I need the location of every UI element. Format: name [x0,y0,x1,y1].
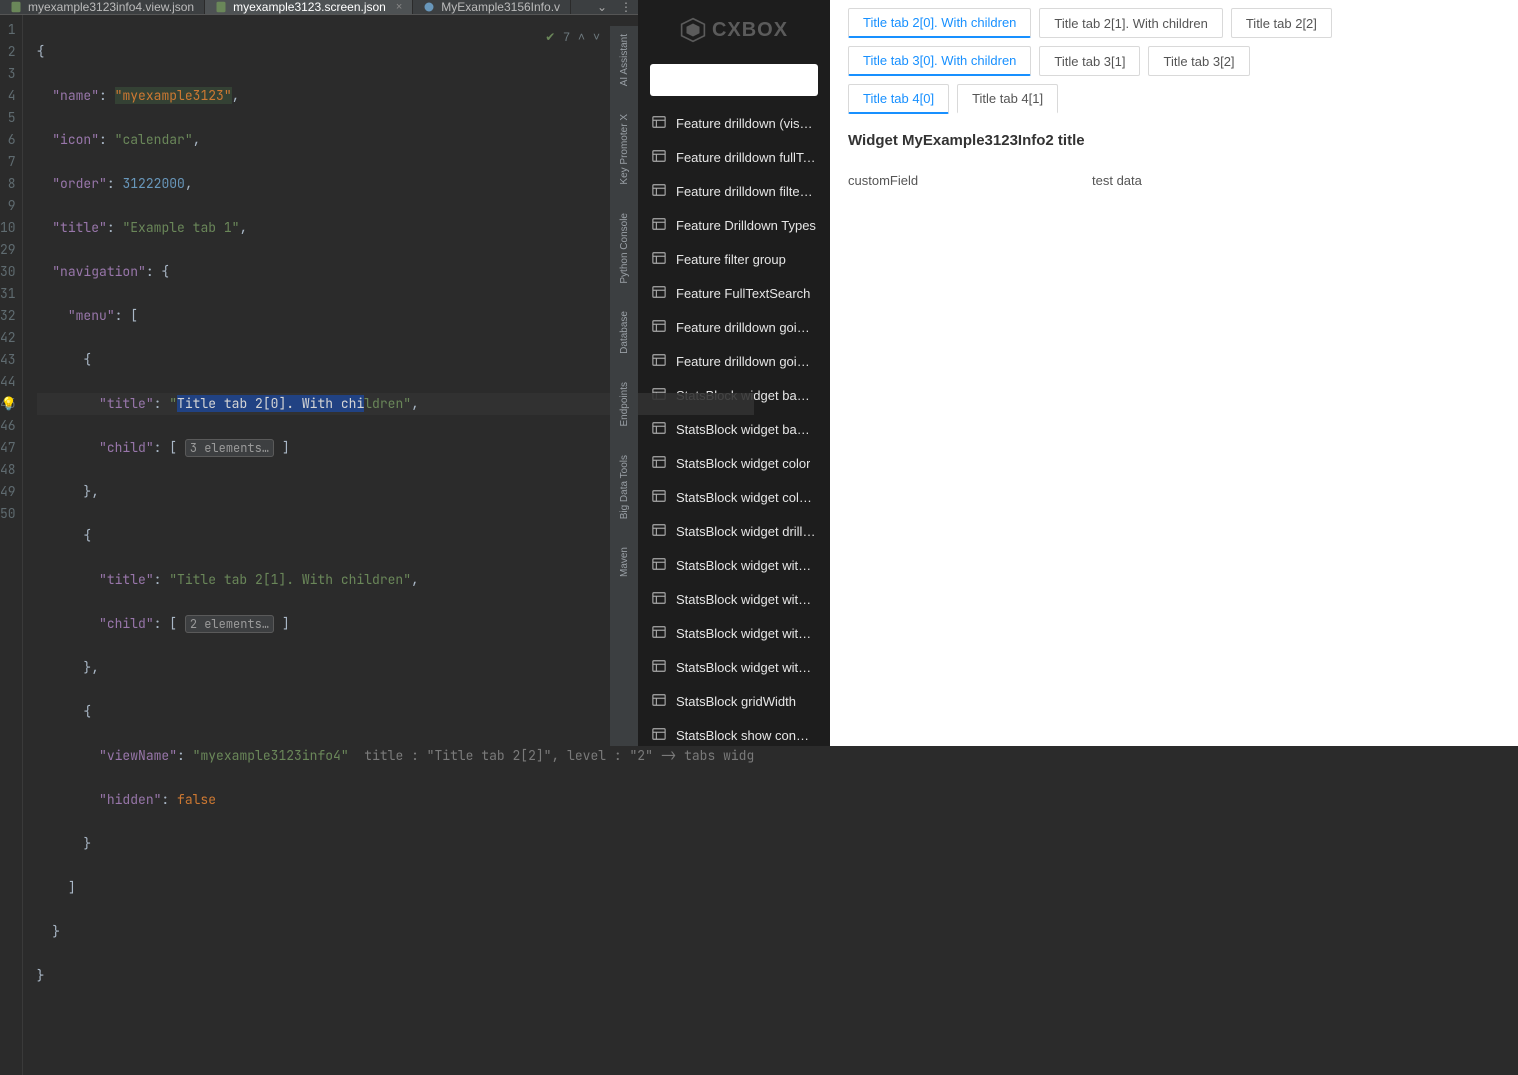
rail-big-data-tools[interactable]: Big Data Tools [619,455,630,519]
tab-label: Title tab 3[0]. With children [863,53,1016,68]
code-body[interactable]: { "name": "myexample3123", "icon": "cale… [23,15,755,1075]
tabs-dropdown-icon[interactable]: ⌄ [590,0,614,14]
tab-level3-2[interactable]: Title tab 3[2] [1148,46,1249,76]
editor-tab-label: myexample3123.screen.json [233,0,386,14]
rail-database[interactable]: Database [619,311,630,354]
tab-level2-0[interactable]: Title tab 2[0]. With children [848,8,1031,38]
rail-key-promoter[interactable]: Key Promoter X [619,114,630,185]
tabs-more-icon[interactable]: ⋮ [614,0,638,14]
tab-label: Title tab 4[0] [863,91,934,106]
tab-level3-0[interactable]: Title tab 3[0]. With children [848,46,1031,76]
editor-tab-1[interactable]: myexample3123.screen.json × [205,0,413,14]
tabs-level-3: Title tab 3[0]. With children Title tab 3… [848,46,1500,76]
tab-label: Title tab 2[2] [1246,16,1317,31]
app-main: Title tab 2[0]. With children Title tab 2… [830,0,1518,746]
editor-tabs: myexample3123info4.view.json myexample31… [0,0,638,15]
tab-level4-0[interactable]: Title tab 4[0] [848,84,949,114]
info-field-row: customField test data [848,173,1500,188]
tab-label: Title tab 3[2] [1163,54,1234,69]
rail-ai-assistant[interactable]: AI Assistant [619,34,630,86]
json-file-icon [10,1,22,13]
editor-tab-label: myexample3123info4.view.json [28,0,194,14]
rail-python-console[interactable]: Python Console [619,213,630,284]
editor-tab-2[interactable]: MyExample3156Info.v [413,0,571,14]
ide-pane: myexample3123info4.view.json myexample31… [0,0,638,746]
ide-right-rail: AI Assistant Key Promoter X Python Conso… [610,26,638,746]
tab-label: Title tab 4[1] [972,91,1043,106]
editor-gutter: 1 2 3 4 5 6 7 8 9 10 29 30 31 32 42 43 4… [0,15,23,1075]
editor-tab-label: MyExample3156Info.v [441,0,560,14]
tabs-level-2: Title tab 2[0]. With children Title tab 2… [848,8,1500,38]
close-icon[interactable]: × [396,1,402,13]
field-value: test data [1092,173,1142,188]
json-file-icon [215,1,227,13]
tab-label: Title tab 3[1] [1054,54,1125,69]
editor-tab-0[interactable]: myexample3123info4.view.json [0,0,205,14]
code-editor[interactable]: 1 2 3 4 5 6 7 8 9 10 29 30 31 32 42 43 4… [0,15,638,1075]
tabs-level-4: Title tab 4[0] Title tab 4[1] [848,84,1500,114]
tab-level3-1[interactable]: Title tab 3[1] [1039,46,1140,76]
widget-title: Widget MyExample3123Info2 title [848,132,1500,149]
tab-label: Title tab 2[1]. With children [1054,16,1207,31]
tab-level2-1[interactable]: Title tab 2[1]. With children [1039,8,1222,38]
tab-level2-2[interactable]: Title tab 2[2] [1231,8,1332,38]
tab-label: Title tab 2[0]. With children [863,15,1016,30]
java-file-icon [423,1,435,13]
rail-endpoints[interactable]: Endpoints [619,382,630,426]
field-label: customField [848,173,1092,188]
rail-maven[interactable]: Maven [619,547,630,577]
bulb-icon[interactable]: 💡 [1,393,15,415]
tab-level4-1[interactable]: Title tab 4[1] [957,84,1058,114]
